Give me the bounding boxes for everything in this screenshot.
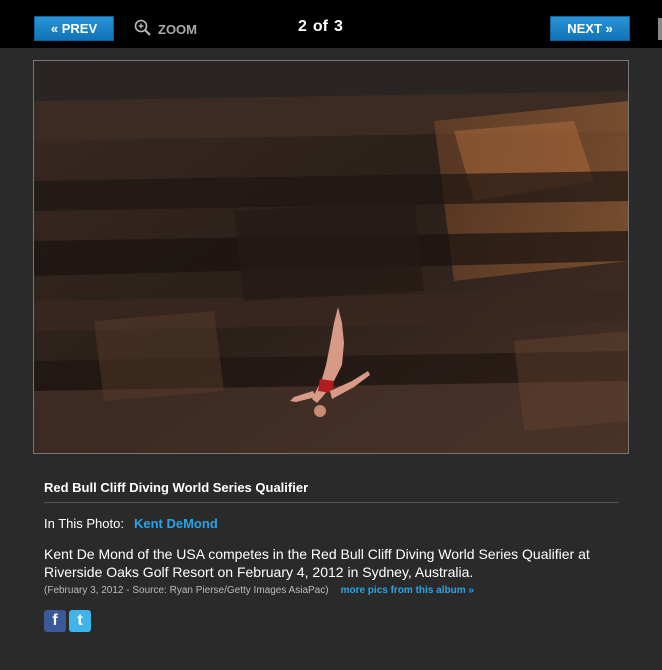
photo-title: Red Bull Cliff Diving World Series Quali… (44, 480, 309, 495)
zoom-button[interactable]: ZOOM (134, 18, 197, 40)
next-button[interactable]: NEXT » (550, 16, 630, 41)
divider (44, 502, 618, 503)
in-this-photo: In This Photo: Kent DeMond (44, 516, 218, 531)
in-this-photo-label: In This Photo: (44, 516, 124, 531)
twitter-icon[interactable]: t (69, 610, 91, 632)
photo-source: (February 3, 2012 - Source: Ryan Pierse/… (44, 585, 474, 596)
source-text: (February 3, 2012 - Source: Ryan Pierse/… (44, 585, 329, 596)
counter-current: 2 (298, 18, 307, 35)
photo-counter: 2 of 3 (298, 18, 343, 36)
prev-button[interactable]: « PREV (34, 16, 114, 41)
zoom-icon (134, 19, 152, 40)
main-photo[interactable] (33, 60, 629, 454)
zoom-label: ZOOM (158, 21, 197, 37)
photo-description: Kent De Mond of the USA competes in the … (44, 546, 590, 580)
cliff-diver-image (34, 61, 628, 453)
counter-total: 3 (334, 18, 343, 35)
more-pics-link[interactable]: more pics from this album » (341, 585, 474, 596)
social-share: f t (44, 610, 91, 632)
counter-of: of (312, 18, 329, 35)
person-link[interactable]: Kent DeMond (134, 516, 218, 531)
facebook-icon[interactable]: f (44, 610, 66, 632)
scrollbar-edge[interactable] (658, 18, 662, 40)
